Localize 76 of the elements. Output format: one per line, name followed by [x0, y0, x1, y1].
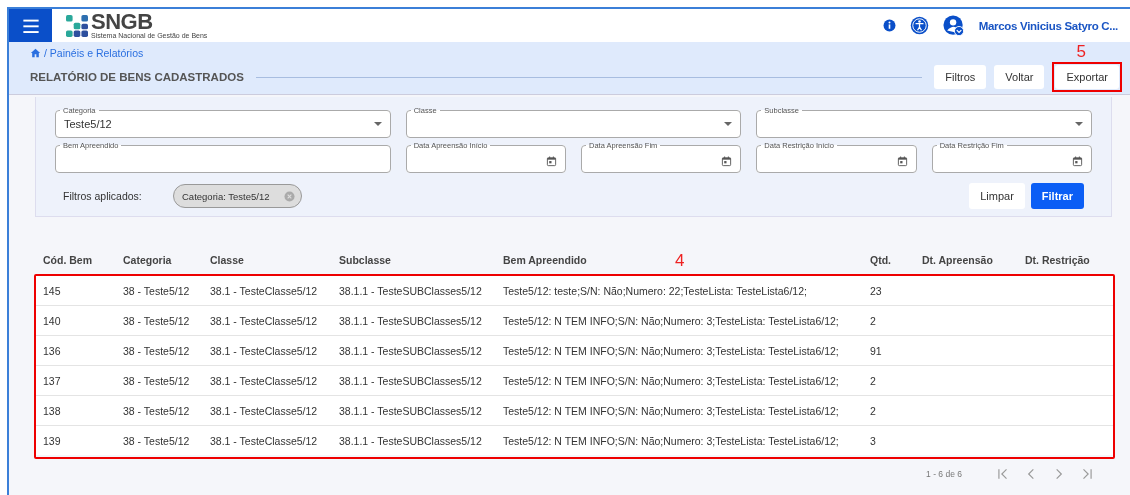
- annotation-label: 5: [1076, 42, 1086, 62]
- last-page-button[interactable]: [1080, 467, 1094, 481]
- accessibility-icon[interactable]: [909, 16, 929, 35]
- first-page-icon: [996, 467, 1010, 481]
- table-cell: 138: [35, 395, 115, 426]
- table-cell: 2: [862, 365, 914, 396]
- calendar-icon: [1072, 155, 1083, 167]
- table-cell: 145: [35, 275, 115, 306]
- table-cell: 38.1 - TesteClasse5/12: [202, 335, 331, 366]
- table-cell: 38 - Teste5/12: [115, 305, 202, 336]
- table-cell: 38.1 - TesteClasse5/12: [202, 365, 331, 396]
- table-cell: Teste5/12: N TEM INFO;S/N: Não;Numero: 3;TesteLista: TesteLista6/12;: [495, 425, 862, 455]
- annotation-label: 4: [675, 251, 685, 271]
- calendar-icon: [721, 155, 733, 167]
- table-cell: 2: [862, 395, 914, 426]
- logo-title: SNGB: [91, 11, 153, 32]
- table-cell: 38.1 - TesteClasse5/12: [202, 425, 331, 455]
- filter-button[interactable]: Filtrar: [1030, 183, 1084, 209]
- applied-filters-label: Filtros aplicados:: [63, 190, 143, 202]
- column-header[interactable]: Bem Apreendido: [503, 254, 587, 266]
- table-cell: 136: [35, 335, 115, 366]
- table-cell: 38.1.1 - TesteSUBClasses5/12: [331, 305, 495, 336]
- home-icon[interactable]: [30, 48, 41, 58]
- clear-button[interactable]: Limpar: [969, 183, 1025, 209]
- action-button[interactable]: Filtros: [934, 65, 987, 89]
- table-cell: 38 - Teste5/12: [115, 335, 202, 366]
- column-header[interactable]: Qtd.: [870, 254, 891, 266]
- logo-grid-icon: [66, 13, 88, 38]
- table-cell: 91: [862, 335, 914, 366]
- menu-icon: [21, 18, 40, 33]
- filter-chip[interactable]: Categoria: Teste5/12: [173, 184, 302, 208]
- table-cell: 137: [35, 365, 115, 396]
- column-header[interactable]: Classe: [210, 254, 244, 266]
- table-cell: 38.1.1 - TesteSUBClasses5/12: [331, 365, 495, 396]
- dropdown-arrow-icon: [724, 122, 733, 126]
- column-header[interactable]: Dt. Apreensão: [922, 254, 993, 266]
- breadcrumb-link[interactable]: / Painéis e Relatórios: [44, 47, 144, 59]
- table-cell: 38 - Teste5/12: [115, 365, 202, 396]
- table-cell: 38.1.1 - TesteSUBClasses5/12: [331, 335, 495, 366]
- table-cell: Teste5/12: N TEM INFO;S/N: Não;Numero: 3;TesteLista: TesteLista6/12;: [495, 305, 862, 336]
- table-cell: 38.1.1 - TesteSUBClasses5/12: [331, 395, 495, 426]
- column-header[interactable]: Cód. Bem: [43, 254, 92, 266]
- table-cell: Teste5/12: teste;S/N: Não;Numero: 22;TesteLista: TesteLista6/12;: [495, 275, 862, 306]
- action-button[interactable]: Voltar: [994, 65, 1045, 89]
- table-cell: 139: [35, 425, 115, 455]
- dropdown-arrow-icon: [1075, 122, 1083, 126]
- table-cell: Teste5/12: N TEM INFO;S/N: Não;Numero: 3;TesteLista: TesteLista6/12;: [495, 395, 862, 426]
- table-cell: Teste5/12: N TEM INFO;S/N: Não;Numero: 3;TesteLista: TesteLista6/12;: [495, 335, 862, 366]
- table-cell: 140: [35, 305, 115, 336]
- table-cell: 38.1 - TesteClasse5/12: [202, 275, 331, 306]
- first-page-button[interactable]: [996, 467, 1010, 481]
- table-cell: 38 - Teste5/12: [115, 395, 202, 426]
- menu-button[interactable]: [9, 9, 52, 42]
- table-cell: 38.1.1 - TesteSUBClasses5/12: [331, 425, 495, 455]
- table-cell: 38 - Teste5/12: [115, 275, 202, 306]
- table-cell: Teste5/12: N TEM INFO;S/N: Não;Numero: 3;TesteLista: TesteLista6/12;: [495, 365, 862, 396]
- page-range: 1 - 6 de 6: [926, 469, 962, 479]
- last-page-icon: [1080, 467, 1094, 481]
- table-cell: 38.1 - TesteClasse5/12: [202, 305, 331, 336]
- calendar-icon: [896, 155, 908, 167]
- column-header[interactable]: Dt. Restrição: [1025, 254, 1090, 266]
- table-cell: 38 - Teste5/12: [115, 425, 202, 455]
- table-cell: 3: [862, 425, 914, 455]
- table-cell: 38.1.1 - TesteSUBClasses5/12: [331, 275, 495, 306]
- page-title: RELATÓRIO DE BENS CADASTRADOS: [30, 71, 244, 83]
- column-header[interactable]: Categoria: [123, 254, 172, 266]
- table-cell: 23: [862, 275, 914, 306]
- dropdown-arrow-icon: [373, 122, 382, 126]
- user-name[interactable]: Marcos Vinicius Satyro C...: [978, 19, 1118, 32]
- user-avatar-icon[interactable]: [942, 14, 965, 37]
- column-header[interactable]: Subclasse: [339, 254, 391, 266]
- table-cell: 2: [862, 305, 914, 336]
- calendar-icon: [546, 155, 557, 167]
- info-icon[interactable]: [882, 19, 896, 32]
- action-button[interactable]: Exportar: [1055, 65, 1119, 89]
- table-cell: 38.1 - TesteClasse5/12: [202, 395, 331, 426]
